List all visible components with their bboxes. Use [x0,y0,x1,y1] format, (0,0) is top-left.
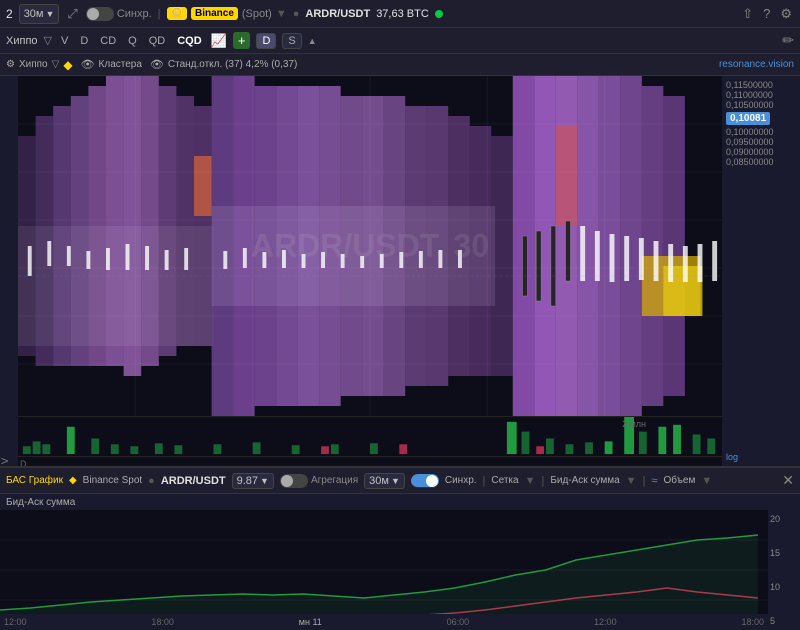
sync-toggle[interactable]: Синхр. [86,7,152,21]
hippo-settings-icon[interactable]: ⚙ [6,59,15,70]
second-toolbar: Хиппо ▽ V D CD Q QD CQD 📈 + D S ▲ ✏ [0,28,800,54]
price-4: 0,10000000 [726,127,796,137]
top-toolbar: 2 30м ▼ ⤢ Синхр. | 🪙 Binance (Spot) ▼ ● … [0,0,800,28]
s-button[interactable]: S [282,33,301,49]
y-15: 15 [770,548,798,558]
cluster-label: Кластера [99,59,142,70]
right-price-axis: 0,11500000 0,11000000 0,10500000 0,10081… [722,76,800,466]
filter-icon: ▽ [44,34,52,47]
y-20: 20 [770,514,798,524]
d-axis-label: D [20,459,27,466]
stddev-item: 👁 Станд.откл. (37) 4,2% (0,37) [150,58,297,71]
b-time-3: мн 11 [299,617,322,627]
bas-label: БАС График [6,475,63,486]
expand-small-icon[interactable]: ▲ [308,36,317,46]
eye2-icon[interactable]: 👁 [150,58,164,71]
connection-indicator [435,10,443,18]
mode-qd[interactable]: QD [146,34,169,48]
price-7: 0,08500000 [726,157,796,167]
current-price-tag: 0,10081 [726,112,770,125]
log-label[interactable]: log [726,452,796,462]
price-6: 0,09000000 [726,147,796,157]
bottom-y-axis: 20 15 10 5 [768,510,800,630]
hippo-item: ⚙ Хиппо ▽ ◆ [6,58,73,72]
b-time-6: 18:00 [741,617,764,627]
volume-area: 2 млн [18,416,722,456]
v-label: V [0,458,10,464]
b-time-1: 12:00 [4,617,27,627]
mode-cd[interactable]: CD [97,34,119,48]
heatmap-svg [18,76,722,416]
exchange-badge: 🪙 [167,7,187,20]
hippo-label: Хиппо [19,59,48,70]
vol-label: 2 млн [622,419,646,429]
resonance-link[interactable]: resonance.vision [719,59,794,70]
stddev-label: Станд.откл. (37) 4,2% (0,37) [168,59,297,70]
settings-icon[interactable]: ⚙ [778,4,794,24]
bottom-toolbar: БАС График ◆ Binance Spot ● ARDR/USDT 9.… [0,468,800,494]
eye-icon[interactable]: 👁 [81,58,95,71]
exchange-dot: ◆ [69,475,77,486]
exchange-name[interactable]: Binance [191,7,238,20]
pencil-icon[interactable]: ✏ [782,32,794,49]
volume-svg [18,417,722,456]
mode-d[interactable]: D [77,34,91,48]
expand-icon[interactable]: ⤢ [65,4,79,24]
mode-q[interactable]: Q [125,34,140,48]
chart-type-icon: 📈 [211,33,227,49]
bottom-value-select[interactable]: 9.87 ▼ [232,473,274,489]
volume-label[interactable]: Объем [663,475,695,486]
bottom-pair: ARDR/USDT [161,475,226,487]
exchange-info: 🪙 Binance (Spot) ▼ [167,7,287,20]
price-display: 37,63 BTC [376,8,429,20]
mode-cqd[interactable]: CQD [174,34,204,48]
main-chart-wrapper: V ARDR/USDT, 30 [0,76,800,466]
cluster-item: 👁 Кластера [81,58,142,71]
bid-ask-label[interactable]: Бид-Аск сумма [550,475,619,486]
b-time-4: 06:00 [447,617,470,627]
bottom-exchange: Binance Spot [83,475,143,486]
d-button[interactable]: D [256,33,276,49]
y-10: 10 [770,582,798,592]
chart-icon-bottom: ≈ [651,475,657,487]
b-time-2: 18:00 [151,617,174,627]
hippo-filter-icon: ▽ [52,59,60,70]
bottom-time-axis: 12:00 18:00 мн 11 06:00 12:00 18:00 [0,614,768,630]
sync-toggle-bottom[interactable] [411,474,439,488]
timeframe-select[interactable]: 30м ▼ [19,4,60,24]
bottom-timeframe-select[interactable]: 30м ▼ [364,473,405,489]
left-axis: V [0,76,18,466]
question-icon[interactable]: ? [761,4,772,23]
bottom-chart-header: Бид-Аск сумма [0,494,800,510]
price-3: 0,10500000 [726,100,796,110]
bottom-panel: БАС График ◆ Binance Spot ● ARDR/USDT 9.… [0,466,800,630]
interval-display: 2 [6,7,13,21]
share-icon[interactable]: ⇧ [740,4,755,24]
mode-v[interactable]: V [58,34,71,48]
indicator-label: Хиппо [6,35,38,47]
delta-svg [18,457,722,466]
bottom-chart-svg [0,510,768,630]
pair-label[interactable]: ARDR/USDT [305,8,370,20]
close-button[interactable]: ✕ [782,472,794,489]
heatmap-area: ARDR/USDT, 30 [18,76,722,416]
bottom-chart-area: ARDR/USDT, 30m Binance (Spot) resonance.… [0,510,800,630]
price-5: 0,09500000 [726,137,796,147]
grid-label[interactable]: Сетка [491,475,518,486]
chart-area: ARDR/USDT, 30 [18,76,722,466]
aggregation-toggle[interactable]: Агрегация [280,474,358,488]
y-5: 5 [770,616,798,626]
delta-area: D [18,456,722,466]
price-1: 0,11500000 [726,80,796,90]
price-2: 0,11000000 [726,90,796,100]
diamond-icon: ◆ [63,58,72,72]
third-toolbar: ⚙ Хиппо ▽ ◆ 👁 Кластера 👁 Станд.откл. (37… [0,54,800,76]
b-time-5: 12:00 [594,617,617,627]
add-button[interactable]: + [233,32,251,49]
bid-ask-sum-label: Бид-Аск сумма [6,497,75,508]
